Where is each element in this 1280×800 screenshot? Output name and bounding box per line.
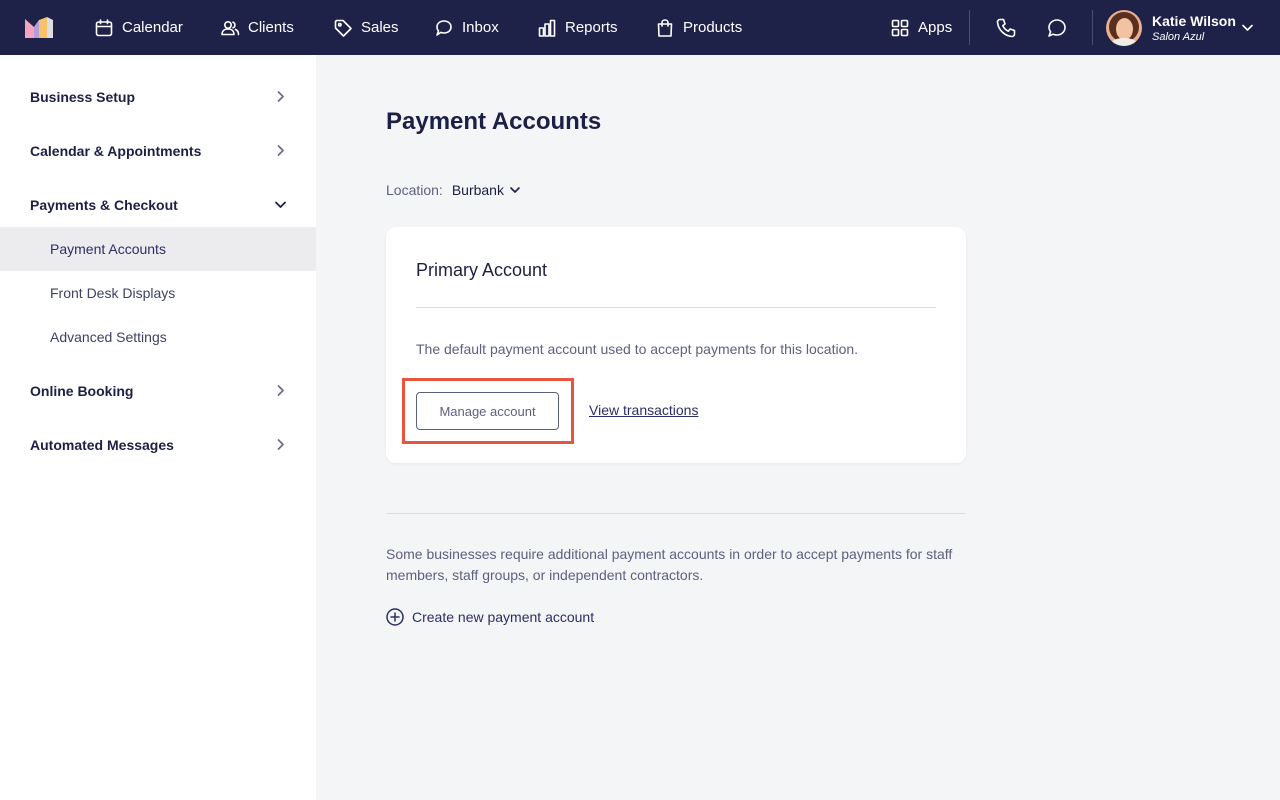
card-divider <box>416 307 936 308</box>
nav-sales[interactable]: Sales <box>333 0 399 55</box>
user-profile[interactable]: Katie Wilson Salon Azul <box>1106 10 1236 46</box>
create-payment-account-label: Create new payment account <box>412 609 595 625</box>
nav-divider <box>969 10 970 45</box>
nav-apps[interactable]: Apps <box>890 0 952 55</box>
chevron-right-icon <box>277 145 284 156</box>
card-description: The default payment account used to acce… <box>416 341 859 357</box>
top-nav-bar: Calendar Clients Sales Inbox Reports Pro… <box>0 0 1280 55</box>
nav-products[interactable]: Products <box>655 0 742 55</box>
section-divider <box>386 513 966 514</box>
nav-reports[interactable]: Reports <box>537 0 618 55</box>
location-dropdown[interactable]: Burbank <box>452 182 504 198</box>
avatar <box>1106 10 1142 46</box>
nav-clients[interactable]: Clients <box>220 0 294 55</box>
chat-bubble-icon <box>436 19 452 36</box>
tag-icon <box>334 19 352 37</box>
plus-circle-icon <box>386 608 404 626</box>
nav-calendar-label: Calendar <box>122 19 183 36</box>
bar-chart-icon <box>538 19 556 37</box>
location-label: Location: <box>386 182 443 198</box>
clients-icon <box>221 20 240 35</box>
location-selector: Location: Burbank <box>386 182 521 198</box>
sidebar-section-label: Payments & Checkout <box>30 197 178 213</box>
chevron-down-icon[interactable] <box>509 184 521 196</box>
sidebar-section-payments-checkout[interactable]: Payments & Checkout <box>0 185 316 225</box>
sidebar-item-payment-accounts[interactable]: Payment Accounts <box>0 227 316 271</box>
chat-icon <box>1048 19 1066 37</box>
primary-account-card: Primary Account The default payment acco… <box>386 227 966 463</box>
nav-calendar[interactable]: Calendar <box>94 0 183 55</box>
nav-products-label: Products <box>683 19 743 36</box>
sidebar-item-label: Payment Accounts <box>50 241 166 257</box>
sidebar-section-automated-messages[interactable]: Automated Messages <box>0 425 316 465</box>
sidebar-section-online-booking[interactable]: Online Booking <box>0 371 316 411</box>
sidebar-section-label: Business Setup <box>30 89 136 105</box>
shopping-bag-icon <box>657 18 673 37</box>
chevron-down-icon[interactable] <box>1241 21 1254 34</box>
nav-apps-label: Apps <box>918 19 953 36</box>
sidebar-section-label: Calendar & Appointments <box>30 143 202 159</box>
chevron-right-icon <box>277 385 284 396</box>
page-title: Payment Accounts <box>386 108 602 135</box>
sidebar-item-front-desk-displays[interactable]: Front Desk Displays <box>0 271 316 315</box>
sidebar-section-label: Automated Messages <box>30 437 174 453</box>
nav-reports-label: Reports <box>565 19 618 36</box>
phone-icon <box>996 18 1016 38</box>
phone-button[interactable] <box>992 14 1020 42</box>
calendar-icon <box>95 18 113 36</box>
additional-accounts-info: Some businesses require additional payme… <box>386 546 953 583</box>
view-transactions-link[interactable]: View transactions <box>589 402 698 418</box>
nav-inbox-label: Inbox <box>462 19 499 36</box>
chevron-right-icon <box>277 439 284 450</box>
card-title: Primary Account <box>416 260 548 280</box>
chevron-right-icon <box>277 91 284 102</box>
settings-sidebar: Business Setup Calendar & Appointments P… <box>0 55 316 800</box>
nav-clients-label: Clients <box>248 19 294 36</box>
chat-button[interactable] <box>1043 14 1071 42</box>
manage-account-button[interactable]: Manage account <box>416 392 559 430</box>
nav-inbox[interactable]: Inbox <box>434 0 499 55</box>
sidebar-item-label: Front Desk Displays <box>50 285 176 301</box>
sidebar-item-advanced-settings[interactable]: Advanced Settings <box>0 315 316 359</box>
chevron-down-icon <box>275 201 286 208</box>
sidebar-section-calendar-appointments[interactable]: Calendar & Appointments <box>0 131 316 171</box>
nav-divider <box>1092 10 1093 45</box>
create-payment-account-link[interactable]: Create new payment account <box>386 608 594 626</box>
logo-icon[interactable] <box>25 17 53 38</box>
sidebar-item-label: Advanced Settings <box>50 329 167 345</box>
nav-sales-label: Sales <box>361 19 399 36</box>
sidebar-section-label: Online Booking <box>30 383 134 399</box>
user-name: Katie Wilson <box>1152 13 1236 29</box>
user-org: Salon Azul <box>1152 31 1205 43</box>
sidebar-section-business-setup[interactable]: Business Setup <box>0 77 316 117</box>
apps-grid-icon <box>891 19 909 36</box>
